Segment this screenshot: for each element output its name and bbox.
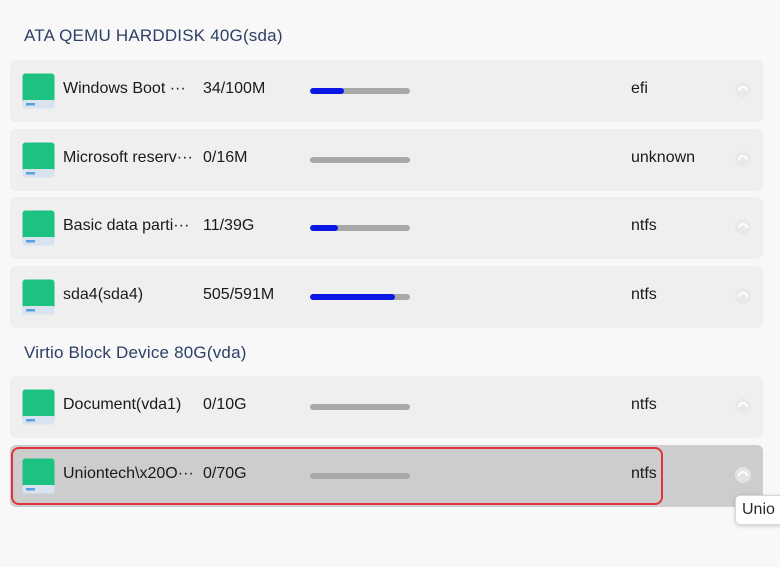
disk-header-vda: Virtio Block Device 80G(vda) xyxy=(24,343,247,362)
filesystem-type: unknown xyxy=(631,149,696,166)
mount-icon[interactable] xyxy=(733,80,753,100)
usage-bar-fill xyxy=(310,225,338,231)
filesystem-type: efi xyxy=(631,80,648,97)
usage-bar xyxy=(310,294,410,300)
usage-bar-fill xyxy=(310,294,395,300)
disk-drive-icon xyxy=(22,389,55,425)
mount-icon[interactable] xyxy=(733,149,753,169)
usage-bar xyxy=(310,157,410,163)
partition-name: Windows Boot ··· xyxy=(63,80,186,97)
disk-drive-icon xyxy=(22,142,55,178)
partition-row-document[interactable]: Document(vda1) 0/10G ntfs xyxy=(10,376,763,438)
partition-row-basic-data[interactable]: Basic data parti··· 11/39G ntfs xyxy=(10,197,763,259)
usage-bar-fill xyxy=(310,88,344,94)
mount-icon[interactable] xyxy=(733,396,753,416)
filesystem-type: ntfs xyxy=(631,396,657,413)
usage-bar xyxy=(310,404,410,410)
mount-icon[interactable] xyxy=(733,465,753,485)
partition-row-sda4[interactable]: sda4(sda4) 505/591M ntfs xyxy=(10,266,763,328)
partition-usage: 0/70G xyxy=(203,465,247,482)
disk-drive-icon xyxy=(22,458,55,494)
disk-drive-icon xyxy=(22,210,55,246)
partition-usage: 34/100M xyxy=(203,80,266,97)
partition-usage: 0/16M xyxy=(203,149,248,166)
partition-name: Uniontech\x20O··· xyxy=(63,465,194,482)
filesystem-type: ntfs xyxy=(631,465,657,482)
partition-row-windows-boot[interactable]: Windows Boot ··· 34/100M efi xyxy=(10,60,763,122)
filesystem-type: ntfs xyxy=(631,217,657,234)
disk-drive-icon xyxy=(22,73,55,109)
partition-name: sda4(sda4) xyxy=(63,286,144,303)
disk-header-sda: ATA QEMU HARDDISK 40G(sda) xyxy=(24,26,283,45)
partition-name: Document(vda1) xyxy=(63,396,182,413)
partition-name: Basic data parti··· xyxy=(63,217,190,234)
disk-drive-icon xyxy=(22,279,55,315)
partition-usage: 0/10G xyxy=(203,396,247,413)
mount-icon[interactable] xyxy=(733,217,753,237)
partition-row-microsoft-reserved[interactable]: Microsoft reserv··· 0/16M unknown xyxy=(10,129,763,191)
usage-bar xyxy=(310,88,410,94)
usage-bar xyxy=(310,225,410,231)
partition-usage: 505/591M xyxy=(203,286,275,303)
partition-usage: 11/39G xyxy=(203,217,255,234)
usage-bar xyxy=(310,473,410,479)
disk-manager-window: ATA QEMU HARDDISK 40G(sda) Windows Boot … xyxy=(0,0,780,567)
partition-name: Microsoft reserv··· xyxy=(63,149,193,166)
mount-icon[interactable] xyxy=(733,286,753,306)
filesystem-type: ntfs xyxy=(631,286,657,303)
tooltip: Unio xyxy=(735,495,780,525)
partition-row-uniontech[interactable]: Uniontech\x20O··· 0/70G ntfs xyxy=(10,445,763,507)
